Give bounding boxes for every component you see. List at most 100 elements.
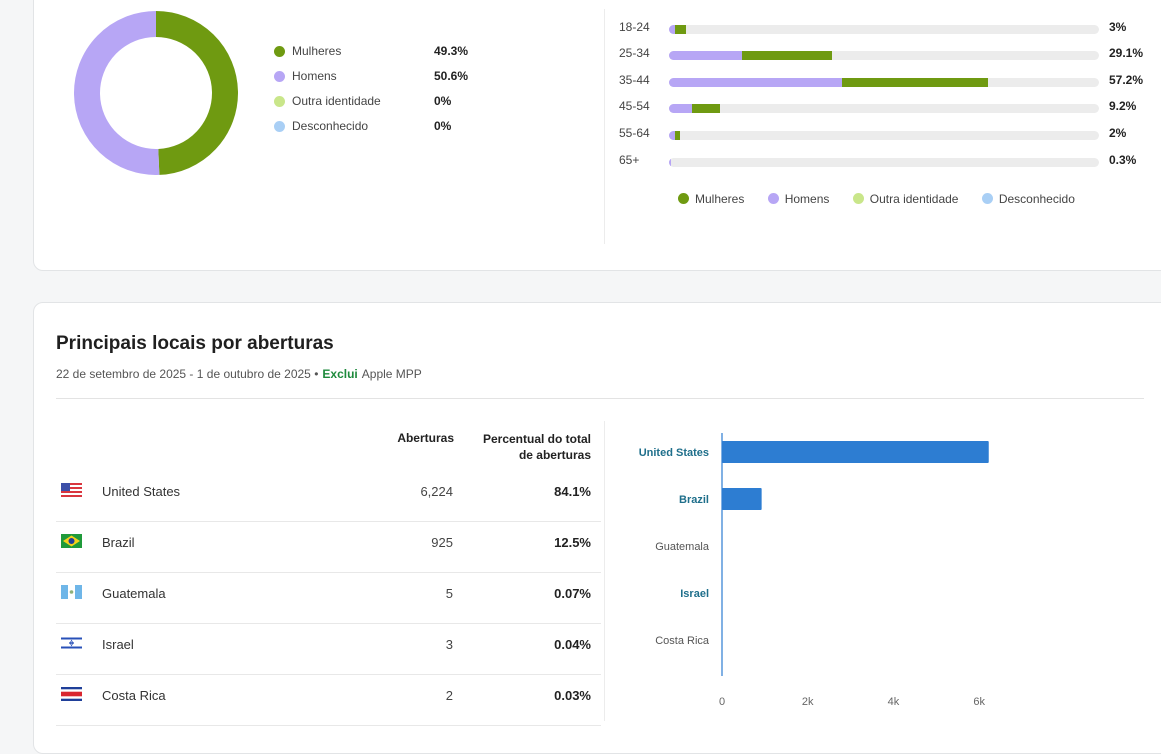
gender-donut-chart (74, 11, 238, 175)
age-legend: Mulheres Homens Outra identidade Desconh… (678, 192, 1095, 206)
gender-legend-value: 50.6% (434, 69, 468, 83)
locations-card: Principais locais por aberturas 22 de se… (33, 302, 1161, 754)
age-bar-men (669, 51, 742, 60)
date-range: 22 de setembro de 2025 - 1 de outubro de… (56, 367, 318, 381)
age-legend-item-men: Homens (768, 192, 830, 206)
gender-legend-label: Desconhecido (292, 119, 368, 133)
age-bar-women (842, 78, 988, 87)
opens-percent: 84.1% (554, 484, 591, 499)
age-row: 65+ 0.3% (619, 151, 1139, 171)
opens-percent: 0.04% (554, 637, 591, 652)
date-range-subtitle: 22 de setembro de 2025 - 1 de outubro de… (56, 367, 422, 381)
opens-count: 2 (446, 688, 453, 703)
costa-rica-flag-icon (61, 687, 82, 701)
israel-flag-icon (61, 636, 82, 650)
age-bar-track (669, 104, 1099, 113)
age-label: 35-44 (619, 73, 650, 87)
category-label: Costa Rica (655, 635, 710, 647)
age-percent: 2% (1109, 126, 1126, 140)
age-bar-women (675, 25, 686, 34)
gender-legend: Mulheres 49.3% Homens 50.6% Outra identi… (274, 44, 494, 144)
age-percent: 57.2% (1109, 73, 1143, 87)
age-bar-track (669, 131, 1099, 140)
column-header-label: Aberturas (397, 431, 454, 445)
table-row: Guatemala 5 0.07% (56, 572, 601, 624)
country-name: Costa Rica (102, 688, 166, 703)
demographics-card: Mulheres 49.3% Homens 50.6% Outra identi… (33, 0, 1161, 271)
category-label[interactable]: Israel (680, 588, 709, 600)
gender-legend-label: Homens (292, 69, 337, 83)
gender-legend-item-unknown: Desconhecido 0% (274, 119, 494, 144)
age-bar-women (675, 131, 681, 140)
age-row: 55-64 2% (619, 124, 1139, 144)
gender-legend-item-other: Outra identidade 0% (274, 94, 494, 119)
table-row: Costa Rica 2 0.03% (56, 674, 601, 726)
section-title: Principais locais por aberturas (56, 333, 334, 355)
opens-count: 5 (446, 586, 453, 601)
gender-legend-value: 0% (434, 119, 451, 133)
age-legend-item-women: Mulheres (678, 192, 744, 206)
women-color-dot (274, 46, 285, 57)
x-tick-label: 2k (802, 696, 814, 708)
x-tick-label: 6k (973, 696, 985, 708)
gender-legend-label: Outra identidade (292, 94, 381, 108)
age-bar-track (669, 78, 1099, 87)
table-row: Israel 3 0.04% (56, 623, 601, 675)
gender-legend-item-men: Homens 50.6% (274, 69, 494, 94)
column-header-label: Percentual do total (454, 431, 591, 447)
age-bar-women (742, 51, 832, 60)
age-percent: 3% (1109, 20, 1126, 34)
age-legend-label: Homens (785, 192, 830, 206)
age-bar-men (669, 104, 692, 113)
age-label: 18-24 (619, 20, 650, 34)
age-bar-track (669, 51, 1099, 60)
age-percent: 29.1% (1109, 46, 1143, 60)
other-color-dot (853, 193, 864, 204)
age-row: 35-4457.2% (619, 71, 1139, 91)
opens-percent: 0.03% (554, 688, 591, 703)
table-row: Brazil 925 12.5% (56, 521, 601, 573)
age-label: 45-54 (619, 99, 650, 113)
x-tick-label: 4k (888, 696, 900, 708)
opens-count: 3 (446, 637, 453, 652)
age-row: 18-24 3% (619, 18, 1139, 38)
age-label: 65+ (619, 153, 639, 167)
age-bar-women (692, 104, 720, 113)
age-percent: 0.3% (1109, 153, 1136, 167)
exclude-value: Apple MPP (362, 367, 422, 381)
opens-count: 6,224 (420, 484, 453, 499)
gender-legend-item-women: Mulheres 49.3% (274, 44, 494, 69)
divider (604, 9, 605, 244)
category-label: Guatemala (655, 541, 710, 553)
age-row: 25-3429.1% (619, 44, 1139, 64)
age-bar-track (669, 25, 1099, 34)
unknown-color-dot (982, 193, 993, 204)
gender-legend-value: 49.3% (434, 44, 468, 58)
women-color-dot (678, 193, 689, 204)
age-row: 45-54 9.2% (619, 97, 1139, 117)
men-color-dot (274, 71, 285, 82)
category-label[interactable]: Brazil (679, 494, 709, 506)
gender-legend-value: 0% (434, 94, 451, 108)
brazil-flag-icon (61, 534, 82, 548)
other-color-dot (274, 96, 285, 107)
bar[interactable] (722, 488, 762, 510)
unknown-color-dot (274, 121, 285, 132)
divider (56, 398, 1144, 399)
country-name: Guatemala (102, 586, 166, 601)
age-legend-item-unknown: Desconhecido (982, 192, 1075, 206)
opens-count: 925 (431, 535, 453, 550)
donut-slice-women (156, 24, 225, 162)
country-name: Israel (102, 637, 134, 652)
age-percent: 9.2% (1109, 99, 1136, 113)
x-tick-label: 0 (719, 696, 725, 708)
exclude-link[interactable]: Exclui (322, 367, 357, 381)
country-name: Brazil (102, 535, 135, 550)
bar[interactable] (722, 441, 989, 463)
divider (604, 421, 605, 721)
gender-legend-label: Mulheres (292, 44, 341, 58)
category-label[interactable]: United States (639, 447, 709, 459)
age-bar-men (669, 158, 671, 167)
age-bar-men (669, 78, 842, 87)
age-label: 55-64 (619, 126, 650, 140)
